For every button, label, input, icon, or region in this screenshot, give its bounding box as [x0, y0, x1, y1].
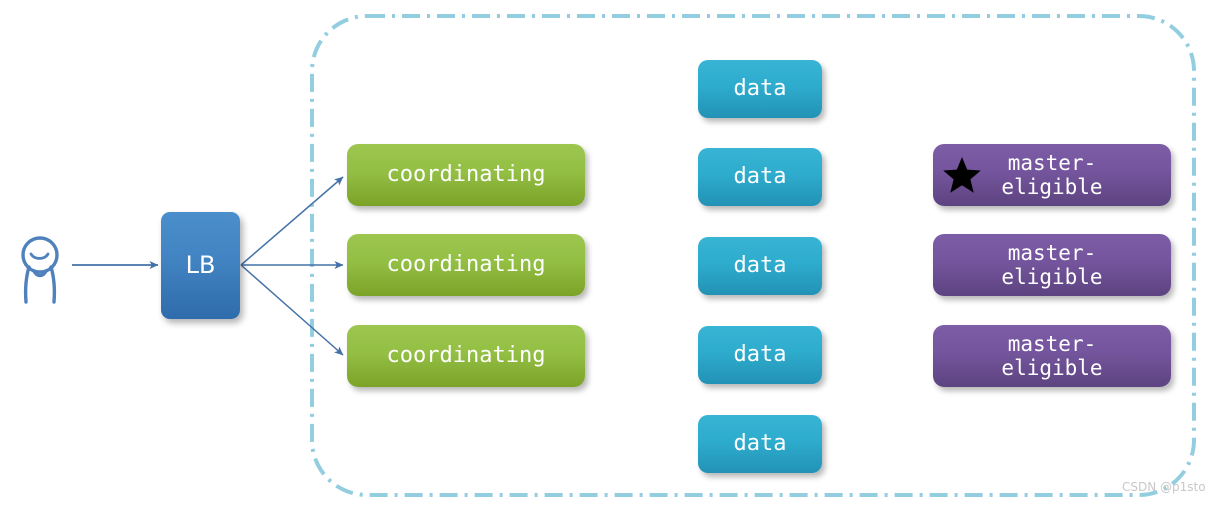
diagram-canvas: LB coordinating coordinating coordinatin…: [0, 0, 1206, 505]
coordinating-node-3[interactable]: coordinating: [347, 325, 585, 387]
client-user-icon: [10, 233, 74, 305]
data-node-5[interactable]: data: [698, 415, 822, 473]
star-icon: [942, 155, 982, 195]
connector-lb-to-coordinating-1: [240, 176, 344, 266]
data-node-label: data: [733, 253, 787, 279]
master-eligible-node-label: master- eligible: [1001, 331, 1103, 380]
coordinating-node-2[interactable]: coordinating: [347, 234, 585, 296]
coordinating-node-label: coordinating: [386, 162, 546, 188]
data-node-label: data: [733, 164, 787, 190]
data-node-label: data: [733, 342, 787, 368]
coordinating-node-label: coordinating: [386, 343, 546, 369]
coordinating-node-label: coordinating: [386, 252, 546, 278]
watermark: CSDN @p1sto: [1122, 480, 1206, 494]
load-balancer-node[interactable]: LB: [161, 212, 240, 319]
coordinating-node-1[interactable]: coordinating: [347, 144, 585, 206]
data-node-label: data: [733, 76, 787, 102]
data-node-2[interactable]: data: [698, 148, 822, 206]
master-eligible-node-3[interactable]: master- eligible: [933, 325, 1171, 387]
data-node-4[interactable]: data: [698, 326, 822, 384]
connector-lb-to-coordinating-3: [240, 264, 344, 356]
data-node-label: data: [733, 431, 787, 457]
data-node-3[interactable]: data: [698, 237, 822, 295]
load-balancer-label: LB: [185, 250, 216, 279]
master-eligible-node-label: master- eligible: [1001, 240, 1103, 289]
master-eligible-node-2[interactable]: master- eligible: [933, 234, 1171, 296]
data-node-1[interactable]: data: [698, 60, 822, 118]
master-eligible-node-1[interactable]: master- eligible: [933, 144, 1171, 206]
master-eligible-node-label: master- eligible: [1001, 150, 1103, 199]
